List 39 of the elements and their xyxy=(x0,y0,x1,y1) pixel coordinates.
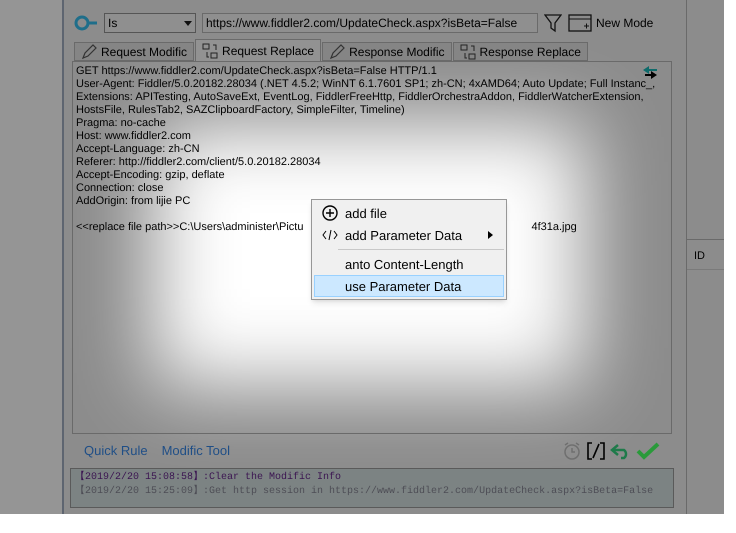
alarm-clock-icon xyxy=(562,441,582,461)
request-line: Host: www.fiddler2.com xyxy=(76,130,191,143)
edit-brackets-icon xyxy=(586,441,606,461)
filter-icon xyxy=(544,13,562,33)
new-mode-label[interactable]: New Mode xyxy=(596,14,654,32)
request-line: Connection: close xyxy=(76,182,164,195)
menu-item[interactable]: add Parameter Data xyxy=(314,224,504,246)
pencil-icon xyxy=(329,44,346,60)
replace-path-text: 4f31a.jpg xyxy=(531,221,577,234)
request-line: Pragma: no-cache xyxy=(76,117,166,130)
operator-dropdown[interactable]: Is xyxy=(104,13,196,33)
menu-item[interactable]: add file xyxy=(314,202,504,224)
add-circle-icon xyxy=(322,205,338,221)
tab[interactable]: Request Replace xyxy=(195,39,322,61)
menu-item[interactable]: use Parameter Data xyxy=(314,275,504,297)
caret-icon xyxy=(184,20,192,26)
request-line: Referer: http://fiddler2.com/client/5.0.20182.28034 xyxy=(76,156,321,169)
key-icon xyxy=(74,15,98,31)
replace-icon xyxy=(202,42,218,58)
request-line: User-Agent: Fiddler/5.0.20182.28034 (.NET 4.5.2; WinNT 6.1.7601 SP1; zh-CN; 4xAMD64; Auto Update; Full Instanc_, xyxy=(76,78,656,91)
tab[interactable]: Response Replace xyxy=(452,42,588,61)
request-line: Accept-Language: zh-CN xyxy=(76,143,200,156)
pencil-icon xyxy=(81,44,97,60)
replace-icon xyxy=(460,44,476,60)
request-line: AddOrigin: from lijie PC xyxy=(76,195,190,208)
tab[interactable]: Request Modific xyxy=(74,42,194,61)
column-header[interactable]: ID xyxy=(687,244,724,270)
tab[interactable]: Response Modific xyxy=(322,42,452,61)
request-line: HostsFile, RulesTab2, SAZClipboardFactory, SimpleFilter, Timeline) xyxy=(76,104,405,117)
new-window-icon xyxy=(568,13,592,33)
replace-path-text: <<replace file path>>C:\Users\administer\Pictu xyxy=(76,221,304,234)
menu-item[interactable]: anto Content-Length xyxy=(314,253,504,275)
request-line: Accept-Encoding: gzip, deflate xyxy=(76,169,225,182)
check-icon xyxy=(636,442,660,460)
log-line: 【2019/2/20 15:08:58】:Clear the Modific Info xyxy=(75,471,342,484)
request-line: GET https://www.fiddler2.com/UpdateCheck.aspx?isBeta=False HTTP/1.1 xyxy=(76,65,437,78)
code-icon xyxy=(322,229,338,241)
url-field[interactable]: https://www.fiddler2.com/UpdateCheck.aspx?isBeta=False xyxy=(202,13,538,33)
request-line: Extensions: APITesting, AutoSaveExt, EventLog, FiddlerFreeHttp, FiddlerOrchestraAddon, FiddlerWatcherExtension, xyxy=(76,91,644,104)
